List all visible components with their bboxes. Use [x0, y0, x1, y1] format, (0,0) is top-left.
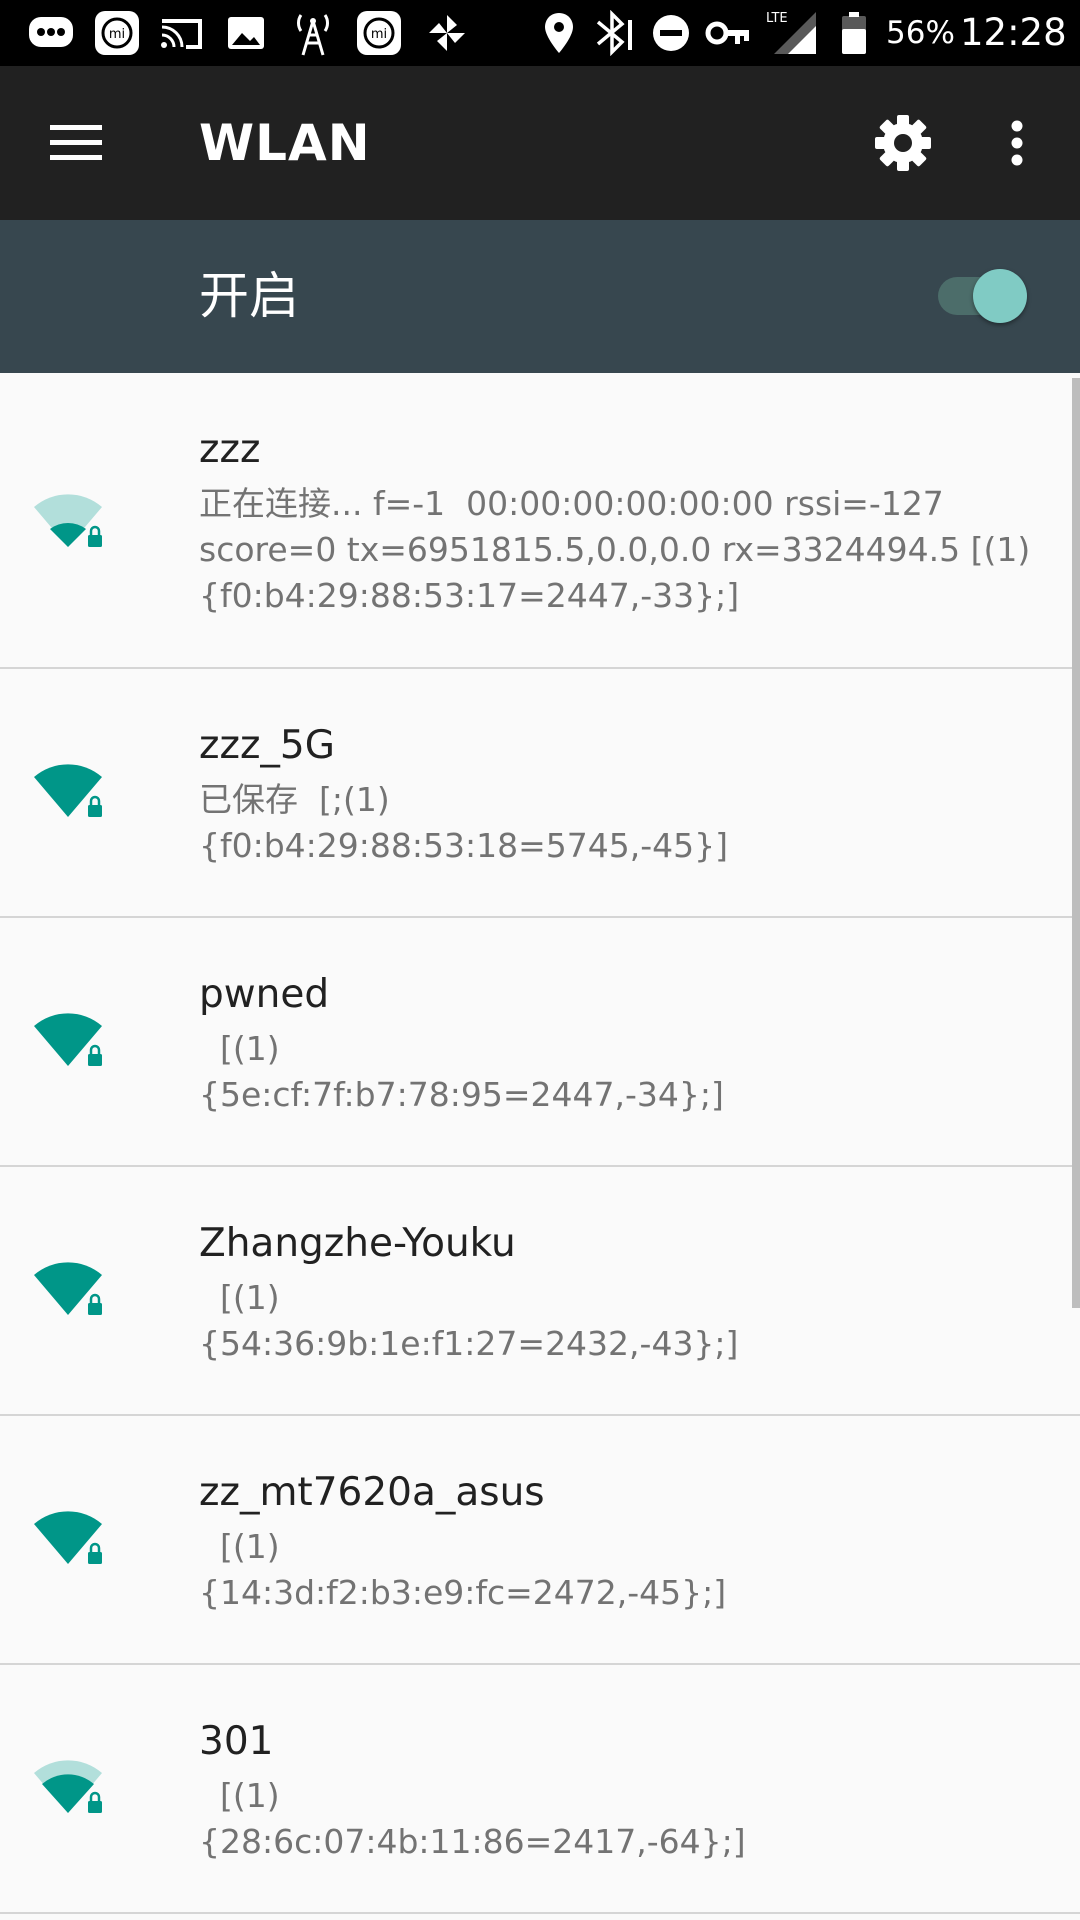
network-ssid: zzz_5G: [199, 723, 335, 768]
network-summary: 正在连接... f=-1 00:00:00:00:00:00 rssi=-127…: [199, 484, 1031, 615]
mi-app-icon: mi: [92, 0, 142, 66]
clock: 12:28: [960, 11, 1067, 54]
network-row-zhangzhe-youku[interactable]: Zhangzhe-Youku [(1) {54:36:9b:1e:f1:27=2…: [0, 1167, 1080, 1416]
wlan-switch-label: 开启: [199, 267, 299, 325]
more-vert-icon[interactable]: [980, 100, 1054, 186]
network-ssid: pwned: [199, 972, 330, 1017]
radio-tower-icon: [288, 0, 338, 66]
wifi-signal-full-icon: [34, 1013, 102, 1066]
network-row-301[interactable]: 301 [(1) {28:6c:07:4b:11:86=2417,-64};]: [0, 1665, 1080, 1914]
network-row-zzz-5g[interactable]: zzz_5G 已保存 [;(1) {f0:b4:29:88:53:18=5745…: [0, 669, 1080, 918]
messages-icon: [24, 0, 78, 66]
wifi-signal-full-icon: [34, 1262, 102, 1315]
lte-signal-icon: LTE: [764, 0, 822, 66]
wifi-signal-medium-icon: [34, 1760, 102, 1813]
wifi-signal-weak-icon: [34, 494, 102, 547]
gear-icon[interactable]: [860, 100, 946, 186]
cast-icon: [156, 0, 206, 66]
hamburger-menu-icon[interactable]: [30, 100, 122, 186]
battery-percent: 56%: [886, 15, 955, 51]
mi-app-icon: mi: [354, 0, 404, 66]
network-summary: [(1) {28:6c:07:4b:11:86=2417,-64};]: [199, 1776, 746, 1861]
network-ssid: zz_mt7620a_asus: [199, 1470, 545, 1515]
do-not-disturb-icon: [648, 0, 694, 66]
wifi-signal-full-icon: [34, 764, 102, 817]
network-summary: [(1) {5e:cf:7f:b7:78:95=2447,-34};]: [199, 1029, 724, 1114]
wifi-signal-full-icon: [34, 1511, 102, 1564]
svg-text:LTE: LTE: [766, 11, 788, 26]
battery-icon: [836, 0, 872, 66]
location-icon: [538, 0, 580, 66]
network-ssid: Zhangzhe-Youku: [199, 1221, 516, 1266]
app-bar: WLAN: [0, 66, 1080, 220]
wlan-master-switch-bar[interactable]: 开启: [0, 220, 1080, 373]
wlan-toggle-thumb[interactable]: [973, 269, 1027, 323]
network-row-zzz[interactable]: zzz 正在连接... f=-1 00:00:00:00:00:00 rssi=…: [0, 373, 1080, 669]
network-summary: [(1) {14:3d:f2:b3:e9:fc=2472,-45};]: [199, 1527, 727, 1612]
status-bar: mi mi LTE 56% 12:28: [0, 0, 1080, 66]
pinwheel-icon: [422, 0, 472, 66]
network-ssid: 301: [199, 1719, 274, 1764]
scrollbar[interactable]: [1072, 378, 1080, 1308]
network-row-zz-mt7620a-asus[interactable]: zz_mt7620a_asus [(1) {14:3d:f2:b3:e9:fc=…: [0, 1416, 1080, 1665]
network-ssid: zzz: [199, 427, 261, 472]
bluetooth-icon: [588, 0, 640, 66]
svg-text:mi: mi: [109, 27, 125, 42]
image-icon: [222, 0, 270, 66]
svg-text:mi: mi: [371, 27, 387, 42]
network-row-pwned[interactable]: pwned [(1) {5e:cf:7f:b7:78:95=2447,-34};…: [0, 918, 1080, 1167]
network-summary: 已保存 [;(1) {f0:b4:29:88:53:18=5745,-45}]: [199, 780, 728, 865]
vpn-key-icon: [704, 0, 752, 66]
network-summary: [(1) {54:36:9b:1e:f1:27=2432,-43};]: [199, 1278, 739, 1363]
page-title: WLAN: [199, 114, 371, 172]
